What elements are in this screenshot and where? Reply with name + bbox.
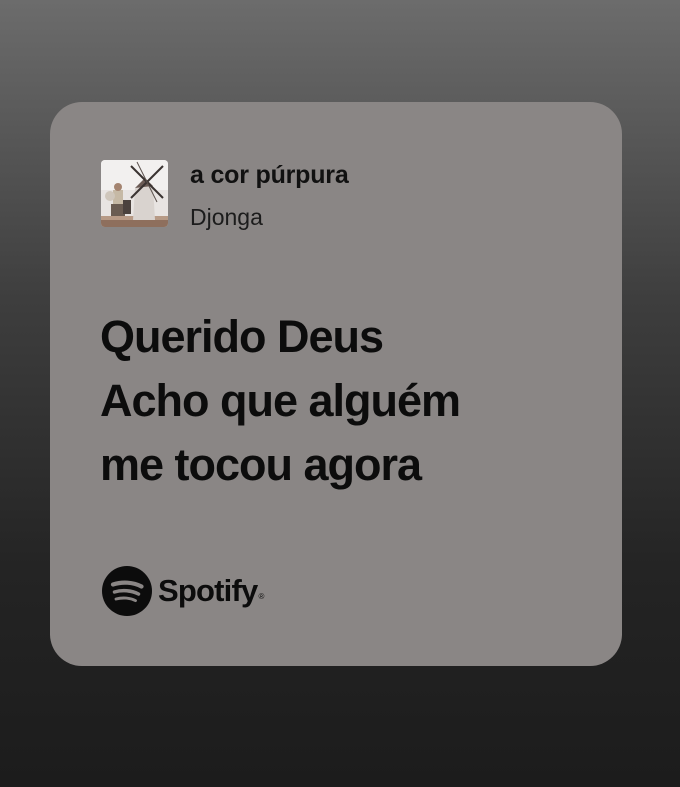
track-info: a cor púrpura Djonga [101,160,349,232]
lyrics-block: Querido Deus Acho que alguém me tocou ag… [100,305,600,497]
song-title: a cor púrpura [190,161,349,189]
lyric-line: me tocou agora [100,439,422,490]
registered-mark: ® [258,592,264,601]
spotify-wordmark: Spotify® [158,574,264,608]
spotify-logo-icon [102,566,152,616]
lyric-line: Querido Deus [100,311,384,362]
lyric-line: Acho que alguém [100,375,461,426]
track-text: a cor púrpura Djonga [190,160,349,232]
album-cover-image [101,160,168,227]
artist-name: Djonga [190,204,263,230]
spotify-branding: Spotify® [102,566,264,616]
brand-name-text: Spotify [158,573,258,608]
lyrics-share-card: a cor púrpura Djonga Querido Deus Acho q… [50,102,622,666]
